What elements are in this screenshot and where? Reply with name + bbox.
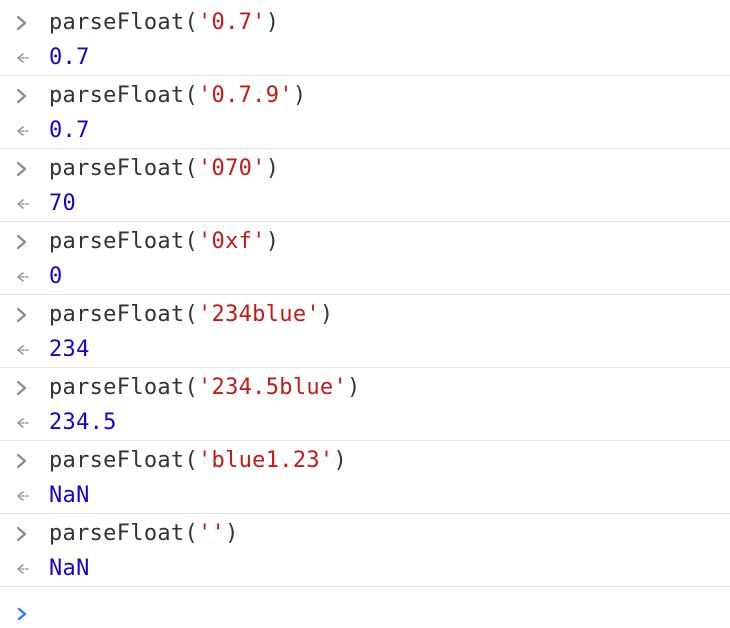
console-output-line: 234.5 — [0, 405, 730, 441]
console-output-line: NaN — [0, 478, 730, 514]
console-entry: parseFloat('blue1.23') NaN — [0, 441, 730, 514]
console-output-line: 234 — [0, 332, 730, 368]
return-arrow-icon — [14, 551, 36, 587]
return-arrow-icon — [14, 40, 36, 76]
close-paren: ) — [225, 521, 239, 546]
chevron-right-icon — [14, 370, 36, 406]
string-argument: '0xf' — [198, 229, 266, 254]
function-name: parseFloat — [49, 375, 185, 400]
return-arrow-icon — [14, 332, 36, 368]
close-paren: ) — [333, 448, 347, 473]
return-arrow-icon — [14, 478, 36, 514]
prompt-chevron-icon — [14, 598, 36, 628]
chevron-right-icon — [14, 516, 36, 552]
console-input-line[interactable]: parseFloat('234blue') — [0, 297, 730, 333]
chevron-right-icon — [14, 151, 36, 187]
console-input-code: parseFloat('070') — [49, 151, 279, 187]
console-input-field[interactable] — [49, 601, 709, 625]
close-paren: ) — [319, 302, 334, 327]
return-arrow-icon — [14, 259, 36, 295]
return-arrow-icon — [14, 186, 36, 222]
close-paren: ) — [265, 10, 280, 35]
chevron-right-icon — [14, 78, 36, 114]
console-entry: parseFloat('070') 70 — [0, 149, 730, 222]
console-result: 0 — [49, 264, 63, 289]
console-result: NaN — [49, 556, 90, 581]
console-input-code: parseFloat('234.5blue') — [49, 370, 361, 406]
string-argument: '0.7' — [198, 10, 266, 35]
console-input-line[interactable]: parseFloat('0xf') — [0, 224, 730, 260]
string-argument: '' — [198, 521, 226, 546]
string-argument: 'blue1.23' — [198, 448, 334, 473]
close-paren: ) — [265, 229, 280, 254]
console-input-line[interactable]: parseFloat('blue1.23') — [0, 443, 730, 479]
console-output-line: 0.7 — [0, 113, 730, 149]
string-argument: '070' — [198, 156, 266, 181]
function-name: parseFloat — [49, 83, 185, 108]
console-result: NaN — [49, 483, 90, 508]
function-name: parseFloat — [49, 156, 185, 181]
console-result: 234.5 — [49, 410, 117, 435]
return-arrow-icon — [14, 405, 36, 441]
close-paren: ) — [265, 156, 280, 181]
console-input-code: parseFloat('0.7') — [49, 5, 279, 41]
console-input-code: parseFloat('') — [49, 516, 239, 552]
console-result: 234 — [49, 337, 90, 362]
return-arrow-icon — [14, 113, 36, 149]
function-name: parseFloat — [49, 302, 185, 327]
function-name: parseFloat — [49, 448, 185, 473]
open-paren: ( — [184, 156, 198, 181]
string-argument: '234.5blue' — [198, 375, 347, 400]
close-paren: ) — [292, 83, 307, 108]
console-output-line: 70 — [0, 186, 730, 222]
console-output-line: NaN — [0, 551, 730, 587]
chevron-right-icon — [14, 297, 36, 333]
console-input-line[interactable]: parseFloat('070') — [0, 151, 730, 187]
console-input-code: parseFloat('0xf') — [49, 224, 279, 260]
open-paren: ( — [184, 375, 198, 400]
console-input-line[interactable]: parseFloat('') — [0, 516, 730, 552]
console-input-code: parseFloat('234blue') — [49, 297, 333, 333]
string-argument: '0.7.9' — [198, 83, 293, 108]
console-entry: parseFloat('0.7.9') 0.7 — [0, 76, 730, 149]
console-prompt[interactable] — [0, 598, 730, 628]
chevron-right-icon — [14, 5, 36, 41]
console-output-line: 0 — [0, 259, 730, 295]
console-entry: parseFloat('0.7') 0.7 — [0, 0, 730, 76]
chevron-right-icon — [14, 224, 36, 260]
console-input-line[interactable]: parseFloat('234.5blue') — [0, 370, 730, 406]
close-paren: ) — [347, 375, 361, 400]
console-result: 70 — [49, 191, 77, 216]
console-entry: parseFloat('234blue') 234 — [0, 295, 730, 368]
string-argument: '234blue' — [198, 302, 320, 327]
console-input-line[interactable]: parseFloat('0.7') — [0, 5, 730, 41]
open-paren: ( — [184, 10, 198, 35]
console-entry: parseFloat('') NaN — [0, 514, 730, 587]
console-input-code: parseFloat('0.7.9') — [49, 78, 306, 114]
console-panel: parseFloat('0.7') 0.7 parseFloat('0.7.9'… — [0, 0, 730, 628]
open-paren: ( — [184, 229, 198, 254]
console-output-line: 0.7 — [0, 40, 730, 76]
function-name: parseFloat — [49, 10, 185, 35]
chevron-right-icon — [14, 443, 36, 479]
console-input-line[interactable]: parseFloat('0.7.9') — [0, 78, 730, 114]
open-paren: ( — [184, 83, 198, 108]
function-name: parseFloat — [49, 521, 185, 546]
open-paren: ( — [184, 448, 198, 473]
console-input-code: parseFloat('blue1.23') — [49, 443, 347, 479]
console-result: 0.7 — [49, 45, 90, 70]
console-entry: parseFloat('0xf') 0 — [0, 222, 730, 295]
open-paren: ( — [184, 521, 198, 546]
console-result: 0.7 — [49, 118, 90, 143]
console-entry: parseFloat('234.5blue') 234.5 — [0, 368, 730, 441]
open-paren: ( — [184, 302, 198, 327]
function-name: parseFloat — [49, 229, 185, 254]
